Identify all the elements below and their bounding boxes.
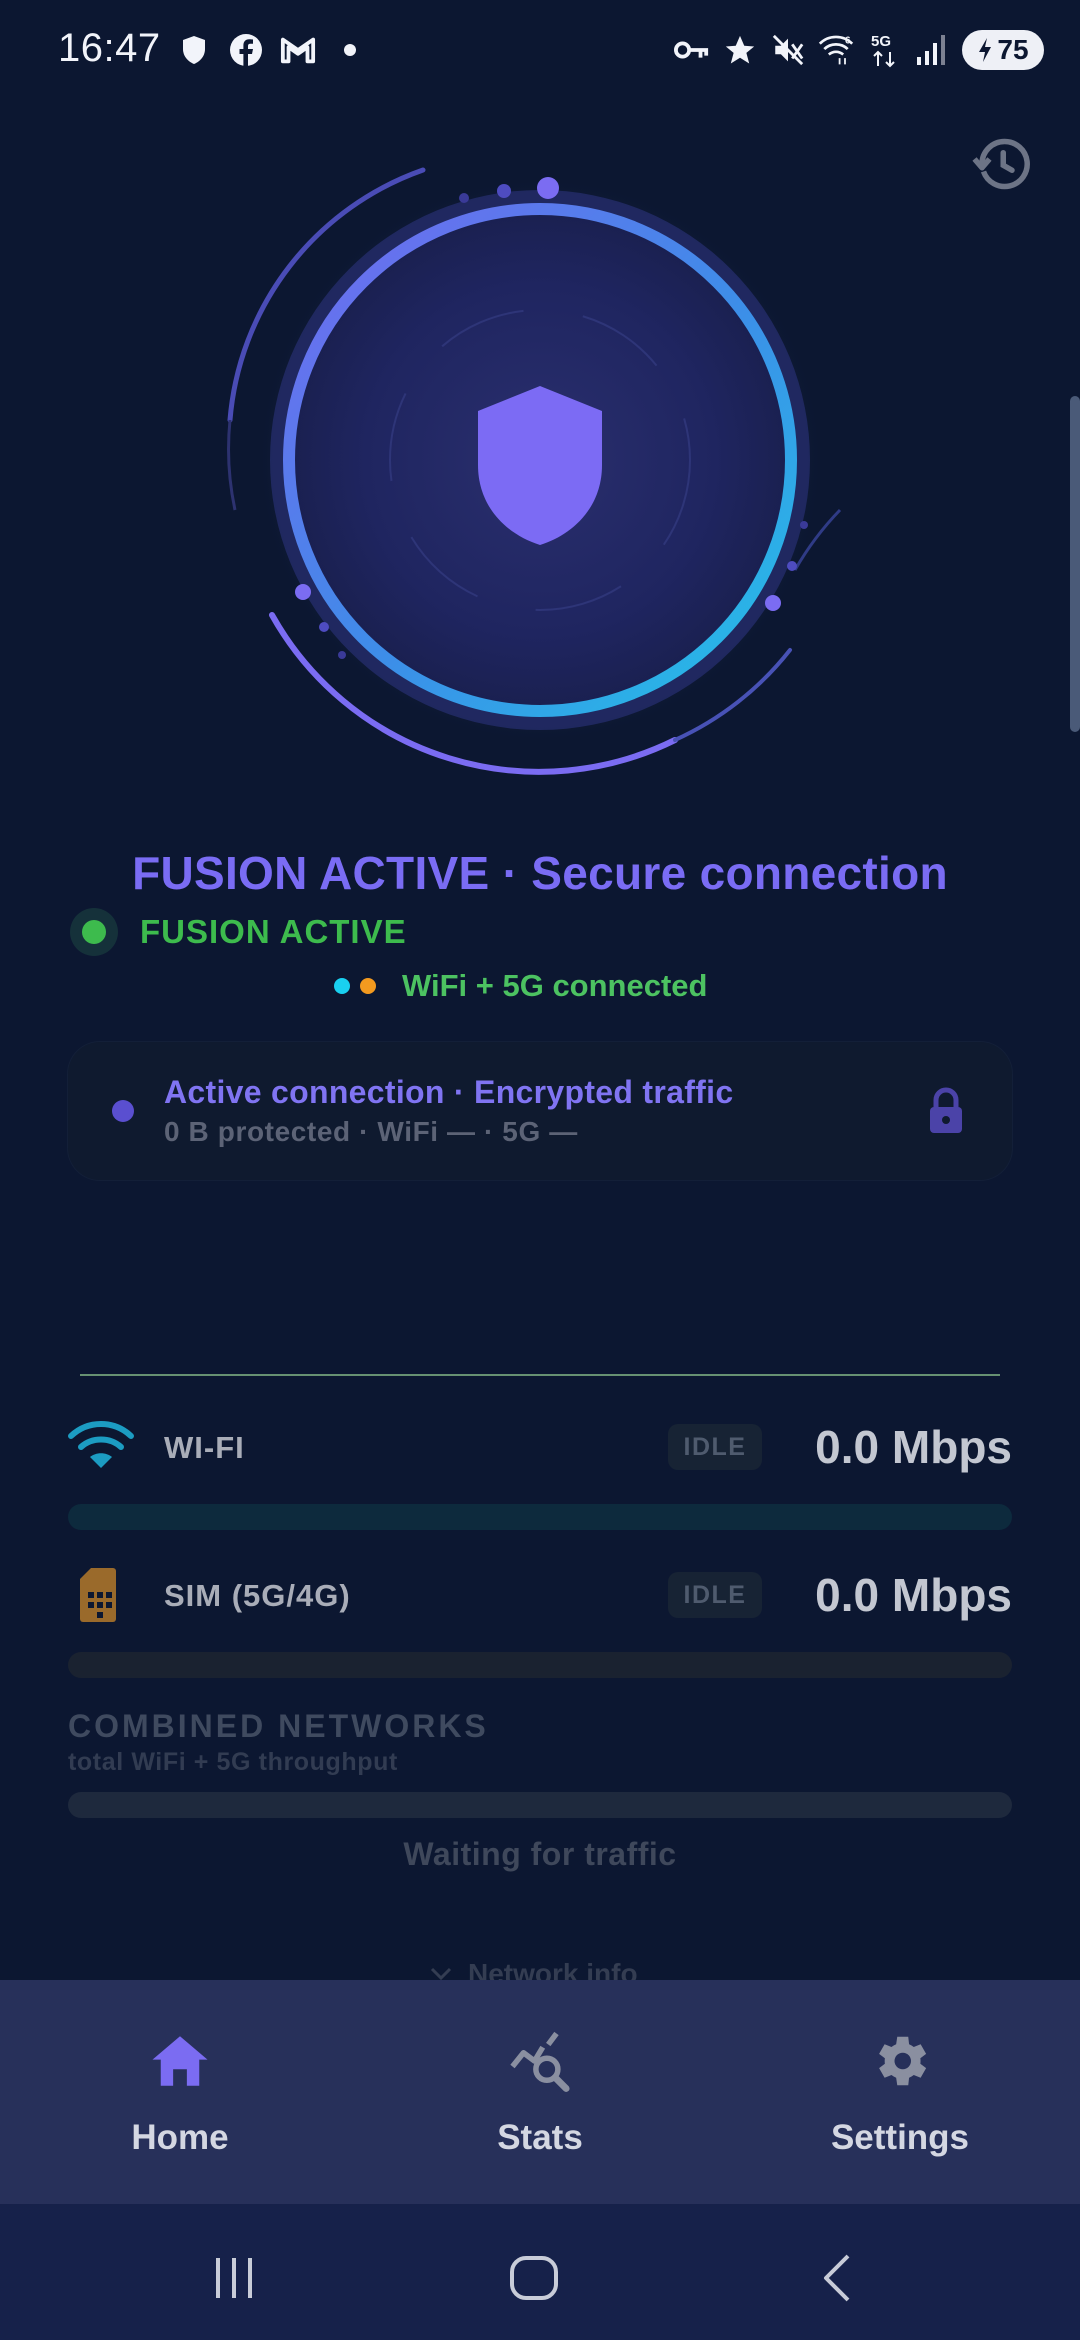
recent-apps-icon (216, 2258, 252, 2298)
system-navigation-bar (0, 2204, 1080, 2340)
wifi-dot-icon (334, 978, 350, 994)
connection-status-title: FUSION ACTIVE · Secure connection (132, 847, 948, 899)
history-button[interactable] (972, 134, 1032, 194)
gear-icon (879, 2036, 927, 2086)
sim-network-row: SIM (5G/4G) IDLE 0.0 Mbps (68, 1560, 1012, 1630)
sim-card-icon (68, 1566, 134, 1624)
dot-icon (332, 32, 368, 68)
wifi-network-row: WI-FI IDLE 0.0 Mbps (68, 1412, 1012, 1482)
lock-icon (924, 1086, 968, 1136)
wifi-6-icon: 6 (818, 32, 854, 68)
combined-networks-title: COMBINED NETWORKS (68, 1708, 489, 1744)
wifi-throughput-bar (68, 1504, 1012, 1530)
notification-icons (176, 32, 368, 68)
svg-text:5G: 5G (871, 33, 891, 50)
status-bar: 16:47 6 5G 75 (0, 0, 1080, 100)
facebook-icon (228, 32, 264, 68)
active-connection-subtitle: 0 B protected · WiFi — · 5G — (164, 1116, 578, 1147)
history-icon (972, 138, 1030, 190)
active-connection-card[interactable]: Active connection · Encrypted traffic 0 … (68, 1042, 1012, 1180)
mute-icon (770, 32, 806, 68)
nav-label-home: Home (131, 2118, 229, 2157)
home-icon (152, 2036, 208, 2086)
back-button[interactable] (808, 2248, 868, 2308)
wifi-status-badge: IDLE (668, 1424, 762, 1470)
battery-indicator: 75 (962, 30, 1044, 70)
star-icon (722, 32, 758, 68)
vpn-key-icon (674, 32, 710, 68)
sim-label: SIM (5G/4G) (164, 1578, 351, 1613)
status-time: 16:47 (58, 26, 161, 70)
nav-label-stats: Stats (497, 2118, 583, 2157)
connection-shield-visual[interactable] (190, 150, 890, 800)
nav-item-settings[interactable]: Settings (720, 1980, 1080, 2204)
fusion-status-label: FUSION ACTIVE (140, 913, 407, 950)
throughput-chart-line (80, 1374, 1000, 1376)
fusion-status-badge: FUSION ACTIVE (70, 908, 407, 956)
wifi-icon (68, 1418, 134, 1476)
battery-level: 75 (997, 34, 1029, 65)
active-connection-title: Active connection · Encrypted traffic (164, 1074, 734, 1110)
system-icons: 6 5G 75 (674, 30, 1044, 70)
sim-status-badge: IDLE (668, 1572, 762, 1618)
status-dot-icon (70, 908, 118, 956)
nav-item-home[interactable]: Home (0, 1980, 360, 2204)
network-connected-label: WiFi + 5G connected (402, 968, 708, 1003)
nav-item-stats[interactable]: Stats (360, 1980, 720, 2204)
recent-apps-button[interactable] (204, 2248, 264, 2308)
combined-networks-subtitle: total WiFi + 5G throughput (68, 1748, 398, 1776)
5g-icon: 5G (866, 32, 902, 68)
chevron-down-icon (430, 1967, 452, 1981)
gmail-icon (280, 32, 316, 68)
cellular-dot-icon (360, 978, 376, 994)
signal-icon (914, 32, 950, 68)
home-circle-icon (510, 2256, 558, 2300)
sim-throughput-bar (68, 1652, 1012, 1678)
charging-bolt-icon (979, 38, 992, 62)
network-connected-status: WiFi + 5G connected (334, 968, 707, 1004)
wifi-label: WI-FI (164, 1430, 245, 1465)
sim-speed: 0.0 Mbps (815, 1569, 1012, 1621)
nav-label-settings: Settings (830, 2118, 970, 2157)
shield-notification-icon (176, 32, 212, 68)
combined-throughput-bar (68, 1792, 1012, 1818)
wifi-speed: 0.0 Mbps (815, 1421, 1012, 1473)
home-system-button[interactable] (504, 2248, 564, 2308)
waiting-for-traffic-label: Waiting for traffic (403, 1836, 677, 1872)
connection-dot-icon (112, 1100, 134, 1122)
back-chevron-icon (824, 2254, 850, 2302)
bottom-navigation: Home Stats Settings (0, 1980, 1080, 2204)
svg-text:6: 6 (845, 36, 851, 47)
stats-icon (510, 2031, 570, 2092)
scrollbar[interactable] (1070, 396, 1080, 732)
